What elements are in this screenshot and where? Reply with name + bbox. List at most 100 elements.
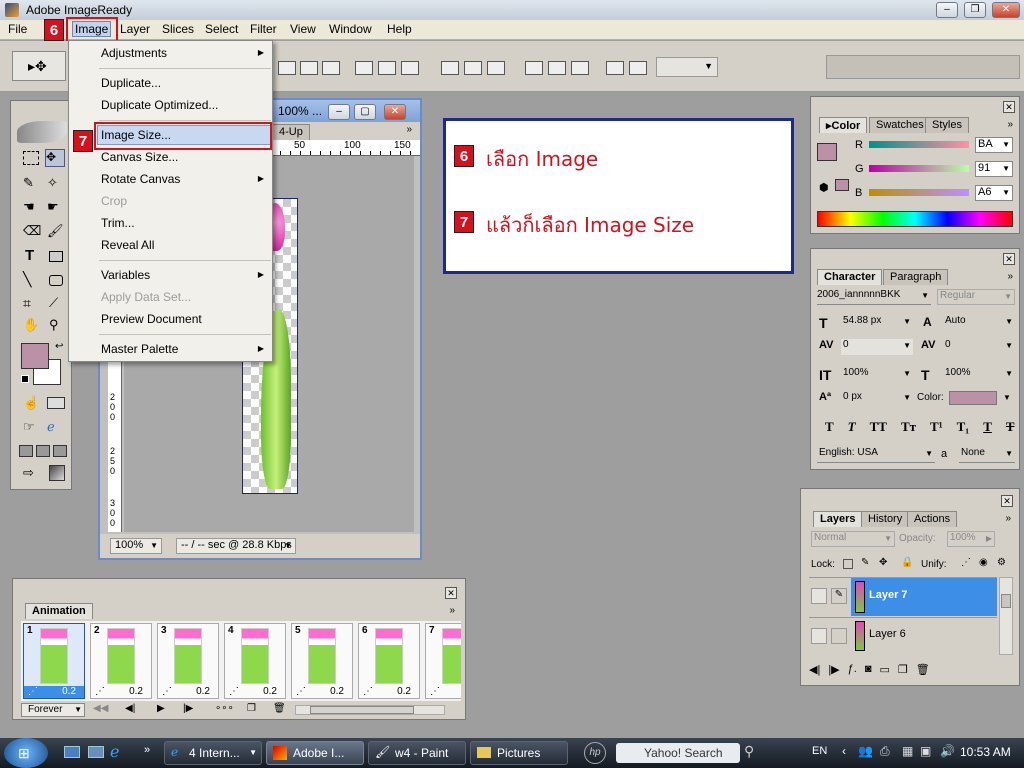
distribute-center-icon[interactable]: [464, 61, 482, 75]
eraser-tool-icon[interactable]: ⌫: [23, 223, 41, 239]
panel-menu-icon[interactable]: »: [1005, 513, 1011, 524]
small-caps-icon[interactable]: Tт: [901, 419, 916, 435]
frames-scrollbar[interactable]: [295, 705, 445, 715]
magic-wand-tool-icon[interactable]: ✧: [47, 175, 58, 191]
font-style-dropdown[interactable]: Regular ▼: [937, 289, 1015, 305]
match-height-icon[interactable]: [629, 61, 647, 75]
align-bottom-edges-icon[interactable]: [322, 61, 340, 75]
toggle-image-map-icon[interactable]: [47, 397, 65, 409]
close-icon[interactable]: ✕: [445, 587, 457, 599]
layer-row-7[interactable]: ✎ Layer 7: [809, 577, 997, 616]
g-value-input[interactable]: 91 ▼: [975, 161, 1013, 177]
lock-all-icon[interactable]: 🔒: [901, 557, 913, 568]
kerning-input[interactable]: 0 ▼: [841, 339, 913, 355]
disposal-icon[interactable]: ⋰: [363, 686, 373, 697]
animation-frame[interactable]: 1 ⋰ 0.2: [23, 623, 85, 699]
disposal-icon[interactable]: ⋰: [95, 686, 105, 697]
full-screen-menu-mode-icon[interactable]: [36, 445, 50, 457]
search-icon[interactable]: ⚲: [744, 743, 754, 760]
menu-item-canvas-size[interactable]: Canvas Size...: [101, 150, 178, 164]
first-frame-icon[interactable]: ◀◀: [93, 703, 108, 714]
delete-layer-icon[interactable]: 🗑: [916, 663, 930, 681]
frame-delay[interactable]: 0.2: [330, 686, 344, 697]
play-icon[interactable]: ▶: [157, 703, 165, 714]
disposal-icon[interactable]: ⋰: [162, 686, 172, 697]
tab-animation[interactable]: Animation: [25, 603, 93, 619]
frame-delay[interactable]: 0.2: [129, 686, 143, 697]
tracking-input[interactable]: 0 ▼: [943, 339, 1015, 355]
disposal-icon[interactable]: ⋰: [229, 686, 239, 697]
animation-frame[interactable]: 2 ⋰ 0.2: [90, 623, 152, 699]
frame-delay[interactable]: 0.2: [263, 686, 277, 697]
type-tool-icon[interactable]: T: [25, 247, 34, 264]
leading-input[interactable]: Auto ▼: [943, 315, 1015, 331]
opacity-input[interactable]: 100% ▶: [947, 531, 995, 547]
r-slider[interactable]: [869, 141, 969, 148]
menu-select[interactable]: Select: [205, 22, 238, 36]
brush-link-icon[interactable]: ✎: [831, 588, 847, 604]
brush-tool-icon[interactable]: 🖌: [47, 223, 64, 239]
visibility-toggle-icon[interactable]: [811, 628, 827, 644]
unify-visibility-icon[interactable]: ◉: [979, 557, 988, 568]
b-slider[interactable]: [869, 189, 969, 196]
duplicate-frame-icon[interactable]: ❐: [247, 703, 256, 714]
switch-windows-icon[interactable]: [88, 746, 104, 758]
default-colors-icon[interactable]: [21, 375, 29, 383]
all-caps-icon[interactable]: TT: [870, 419, 887, 435]
close-icon[interactable]: ✕: [1003, 101, 1015, 113]
previous-frame-icon[interactable]: ◀|: [125, 703, 135, 714]
tray-network-icon[interactable]: ▦: [902, 744, 913, 758]
tab-bar-menu-icon[interactable]: »: [406, 124, 412, 135]
menu-item-duplicate-optimized[interactable]: Duplicate Optimized...: [101, 98, 218, 112]
align-right-edges-icon[interactable]: [401, 61, 419, 75]
tab-history[interactable]: History: [861, 511, 910, 527]
minimize-button[interactable]: –: [936, 2, 958, 18]
menu-item-trim[interactable]: Trim...: [101, 216, 135, 230]
distribute-top-icon[interactable]: [441, 61, 459, 75]
layer-style-icon[interactable]: ƒ.: [848, 663, 857, 681]
line-tool-icon[interactable]: ╲: [23, 271, 31, 288]
scroll-thumb[interactable]: [1001, 594, 1011, 608]
taskbar-item-pictures[interactable]: Pictures: [470, 741, 568, 765]
faux-italic-icon[interactable]: T: [848, 419, 856, 435]
tween-icon[interactable]: ∘∘∘: [215, 703, 234, 714]
shape-tool-icon[interactable]: [49, 275, 63, 286]
tab-4-up[interactable]: 4-Up: [272, 124, 310, 140]
frame-delay[interactable]: 0.2: [196, 686, 210, 697]
frame-delay[interactable]: 0.2: [397, 686, 411, 697]
unify-style-icon[interactable]: ⚙: [997, 557, 1006, 568]
rollover-preview-icon[interactable]: ☞: [23, 419, 35, 435]
menu-item-adjustments[interactable]: Adjustments: [101, 46, 167, 60]
g-slider[interactable]: [869, 165, 969, 172]
panel-menu-icon[interactable]: »: [1007, 119, 1013, 130]
quicklaunch-overflow-icon[interactable]: »: [144, 744, 150, 756]
language-indicator[interactable]: EN: [812, 745, 827, 757]
baseline-shift-input[interactable]: 0 px ▼: [841, 391, 913, 407]
match-width-icon[interactable]: [606, 61, 624, 75]
text-color-swatch[interactable]: [949, 391, 997, 405]
menu-view[interactable]: View: [290, 22, 316, 36]
disposal-icon[interactable]: ⋰: [296, 686, 306, 697]
doc-close-button[interactable]: ✕: [384, 104, 406, 120]
align-horizontal-centers-icon[interactable]: [378, 61, 396, 75]
doc-maximize-button[interactable]: ▢: [354, 104, 376, 120]
menu-file[interactable]: File: [8, 22, 27, 36]
lock-move-icon[interactable]: ✥: [879, 557, 887, 568]
menu-slices[interactable]: Slices: [162, 22, 194, 36]
internet-explorer-icon[interactable]: ℯ: [110, 742, 119, 762]
layers-scrollbar[interactable]: [999, 577, 1013, 655]
animation-frame[interactable]: 7 ⋰0.2: [425, 623, 461, 699]
layer-row-6[interactable]: Layer 6: [809, 617, 997, 653]
loop-dropdown[interactable]: Forever ▼: [21, 703, 85, 717]
strikethrough-icon[interactable]: T: [1006, 419, 1015, 435]
tab-swatches[interactable]: Swatches: [869, 117, 931, 133]
rectangle-tool-icon[interactable]: [49, 251, 63, 262]
menu-item-preview-document[interactable]: Preview Document: [101, 312, 202, 326]
font-size-input[interactable]: 54.88 px ▼: [841, 315, 913, 331]
language-dropdown[interactable]: English: USA ▼: [817, 447, 935, 463]
align-left-edges-icon[interactable]: [355, 61, 373, 75]
jump-to-photoshop-icon[interactable]: ⇨: [23, 465, 34, 481]
foreground-color-swatch[interactable]: [21, 343, 49, 369]
prev-frame-icon[interactable]: ◀|: [809, 663, 820, 681]
new-layer-icon[interactable]: ❐: [898, 663, 908, 681]
